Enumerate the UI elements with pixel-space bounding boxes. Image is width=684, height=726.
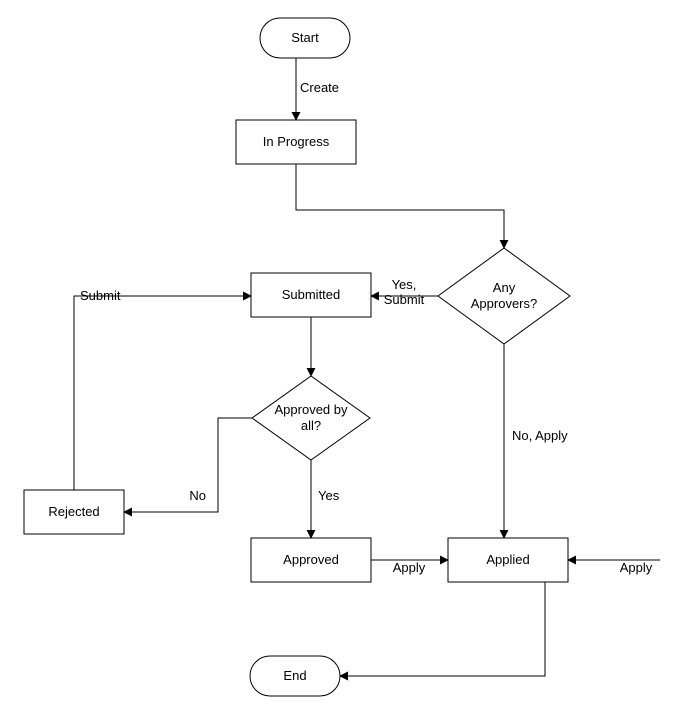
edge-yes-submit-label-1: Yes, — [392, 277, 417, 292]
edge-no-label: No — [189, 488, 206, 503]
edge-approvedbyall-rejected — [124, 418, 252, 512]
edge-create-label: Create — [300, 80, 339, 95]
node-applied-label: Applied — [486, 552, 529, 567]
edge-yes-submit-label-2: Submit — [384, 292, 425, 307]
edge-apply-right-label: Apply — [620, 560, 653, 575]
node-end-label: End — [283, 668, 306, 683]
edge-no-apply-label: No, Apply — [512, 428, 568, 443]
node-any-approvers-label-1: Any — [493, 280, 516, 295]
edge-submit-label: Submit — [80, 288, 121, 303]
node-rejected-label: Rejected — [48, 504, 99, 519]
node-approved-by-all-label-2: all? — [301, 418, 321, 433]
edge-rejected-submitted — [74, 296, 251, 490]
node-submitted-label: Submitted — [282, 287, 341, 302]
node-approved-by-all-label-1: Approved by — [275, 402, 348, 417]
flowchart: Start In Progress Any Approvers? Any App… — [0, 0, 684, 726]
node-in-progress-label: In Progress — [263, 134, 330, 149]
node-start-label: Start — [291, 30, 319, 45]
edge-inprogress-anyapprovers — [296, 164, 504, 248]
node-any-approvers-label-2: Approvers? — [471, 296, 537, 311]
edge-apply-left-label: Apply — [393, 560, 426, 575]
node-approved-label: Approved — [283, 552, 339, 567]
edge-applied-end — [340, 582, 545, 676]
edge-yes-label: Yes — [318, 488, 340, 503]
